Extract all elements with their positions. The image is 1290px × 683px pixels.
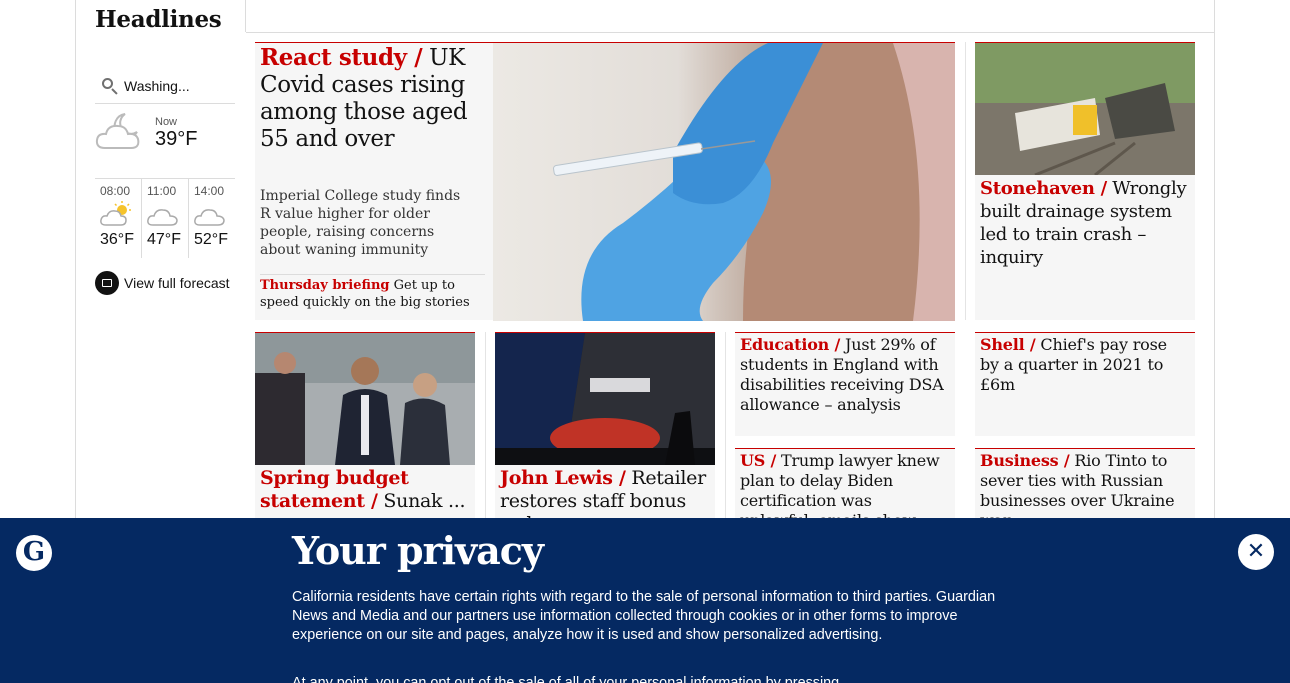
john-lewis-illustration xyxy=(495,333,715,465)
story-card[interactable]: Spring budget statement / Sunak ... xyxy=(255,332,475,522)
current-weather: Now 39°F xyxy=(95,106,235,176)
search-icon xyxy=(99,74,123,98)
story-image-sunak[interactable] xyxy=(255,333,475,465)
story-headline[interactable]: Education / Just 29% of students in Engl… xyxy=(735,333,955,417)
briefing-kicker: Thursday briefing xyxy=(260,278,390,293)
view-full-forecast-label[interactable]: View full forecast xyxy=(124,275,230,291)
vaccination-illustration xyxy=(553,43,955,321)
privacy-body-continued: At any point, you can opt out of the sal… xyxy=(292,675,840,683)
story-card[interactable]: John Lewis / Retailer restores staff bon… xyxy=(495,332,715,535)
sunak-illustration xyxy=(255,333,475,465)
sun-cloud-icon xyxy=(100,201,131,226)
forecast-temp: 47°F xyxy=(147,231,181,248)
story-image-john-lewis[interactable] xyxy=(495,333,715,465)
story-card[interactable]: Stonehaven / Wrongly built drainage syst… xyxy=(975,42,1195,320)
story-kicker: Education / xyxy=(740,335,841,354)
story-headline-text: Sunak ... xyxy=(377,490,466,512)
hourly-forecast: 08:00 36°F 11:00 47°F 14:00 52°F xyxy=(95,178,235,258)
story-card-small[interactable]: Business / Rio Tinto to sever ties with … xyxy=(975,448,1195,530)
story-card-small[interactable]: Education / Just 29% of students in Engl… xyxy=(735,332,955,436)
divider xyxy=(485,332,486,522)
lead-headline[interactable]: React study / UK Covid cases rising amon… xyxy=(260,44,488,153)
moon-cloud-icon xyxy=(95,113,140,149)
lead-standfirst: Imperial College study finds R value hig… xyxy=(260,188,461,258)
story-card-small[interactable]: US / Trump lawyer knew plan to delay Bid… xyxy=(735,448,955,530)
lead-image-vaccination[interactable] xyxy=(493,43,955,321)
cloud-icon xyxy=(194,209,225,226)
story-kicker: Business / xyxy=(980,451,1070,470)
weather-location-search[interactable]: Washing... xyxy=(95,68,235,104)
divider xyxy=(245,0,246,32)
divider xyxy=(725,332,726,522)
now-temperature: 39°F xyxy=(155,128,198,150)
close-icon: ✕ xyxy=(1246,539,1266,564)
story-kicker: Shell / xyxy=(980,335,1036,354)
forecast-temp: 36°F xyxy=(100,231,134,248)
story-headline[interactable]: Shell / Chief's pay rose by a quarter in… xyxy=(975,333,1195,397)
train-crash-illustration xyxy=(975,43,1195,175)
lead-story[interactable]: React study / UK Covid cases rising amon… xyxy=(255,42,955,321)
privacy-title: Your privacy xyxy=(292,528,544,573)
forecast-time: 11:00 xyxy=(147,184,177,198)
story-headline[interactable]: Spring budget statement / Sunak ... xyxy=(255,465,475,515)
story-kicker: US / xyxy=(740,451,777,470)
forecast-item: 14:00 52°F xyxy=(189,179,235,258)
forecast-item: 08:00 36°F xyxy=(95,179,142,258)
logo-letter: G xyxy=(22,537,46,567)
external-link-icon xyxy=(95,271,119,295)
story-kicker: John Lewis / xyxy=(500,467,626,489)
weather-location-text[interactable]: Washing... xyxy=(124,78,190,94)
divider xyxy=(965,42,966,320)
privacy-banner: G Your privacy California residents have… xyxy=(0,518,1290,683)
forecast-temp: 52°F xyxy=(194,231,228,248)
story-kicker: Stonehaven / xyxy=(980,178,1107,199)
lead-kicker: React study / xyxy=(260,44,423,71)
story-card-small[interactable]: Shell / Chief's pay rose by a quarter in… xyxy=(975,332,1195,436)
close-button[interactable]: ✕ xyxy=(1238,534,1274,570)
briefing-link[interactable]: Thursday briefing Get up to speed quickl… xyxy=(260,274,485,311)
divider xyxy=(246,32,1214,33)
story-image-train-crash[interactable] xyxy=(975,43,1195,175)
forecast-time: 08:00 xyxy=(100,184,131,198)
section-title: Headlines xyxy=(95,6,222,33)
story-headline[interactable]: Stonehaven / Wrongly built drainage syst… xyxy=(975,175,1195,271)
privacy-body: California residents have certain rights… xyxy=(292,589,996,643)
forecast-item: 11:00 47°F xyxy=(142,179,189,258)
view-full-forecast-link[interactable]: View full forecast xyxy=(95,271,230,295)
now-label: Now xyxy=(155,116,178,128)
guardian-logo-icon: G xyxy=(16,535,52,571)
forecast-time: 14:00 xyxy=(194,184,225,198)
cloud-icon xyxy=(147,209,178,226)
